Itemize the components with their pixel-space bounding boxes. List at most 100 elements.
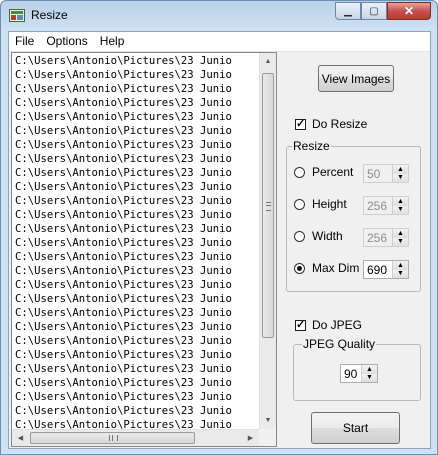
radio-max-dim[interactable]: Max Dim <box>294 261 359 275</box>
height-spin-buttons[interactable]: ▲ ▼ <box>392 197 408 214</box>
start-label: Start <box>342 421 369 435</box>
jpeg-quality-group-label: JPEG Quality <box>302 337 377 351</box>
width-value: 256 <box>367 231 388 245</box>
list-item[interactable]: C:\Users\Antonio\Pictures\23 Junio <box>15 180 257 194</box>
spin-down-icon[interactable]: ▼ <box>393 205 408 214</box>
do-jpeg-label: Do JPEG <box>312 318 363 332</box>
radio-width[interactable]: Width <box>294 229 343 243</box>
file-list[interactable]: C:\Users\Antonio\Pictures\23 Junio C:\Use… <box>11 52 277 447</box>
grip-icon <box>266 202 271 211</box>
menu-options-label: Options <box>46 34 88 48</box>
radio-width-label: Width <box>312 229 343 243</box>
radio-height-label: Height <box>312 197 347 211</box>
radio-percent-icon <box>294 166 305 178</box>
max-dim-stepper[interactable]: 690 ▲ ▼ <box>363 260 409 279</box>
do-resize-checkbox[interactable]: Do Resize <box>295 117 367 131</box>
spin-down-icon[interactable]: ▼ <box>362 373 377 382</box>
height-stepper[interactable]: 256 ▲ ▼ <box>363 196 409 215</box>
list-item[interactable]: C:\Users\Antonio\Pictures\23 Junio <box>15 138 257 152</box>
client-area: File Options Help C:\Users\Antonio\Pictu… <box>8 31 431 449</box>
spin-up-icon[interactable]: ▲ <box>393 165 408 174</box>
scroll-right-arrow-icon[interactable]: ▶ <box>242 430 259 446</box>
maximize-button[interactable]: ▢ <box>361 2 387 20</box>
view-images-button[interactable]: View Images <box>318 65 394 92</box>
horizontal-scrollbar[interactable]: ◀ ▶ <box>12 429 259 446</box>
list-item[interactable]: C:\Users\Antonio\Pictures\23 Junio <box>15 348 257 362</box>
radio-percent-label: Percent <box>312 165 354 179</box>
minimize-button[interactable]: ▁ <box>335 2 361 20</box>
list-item[interactable]: C:\Users\Antonio\Pictures\23 Junio <box>15 320 257 334</box>
resize-group-label: Resize <box>292 139 331 153</box>
vertical-scrollbar[interactable]: ▲ ▼ <box>259 53 276 429</box>
file-list-lines: C:\Users\Antonio\Pictures\23 Junio C:\Use… <box>15 54 257 432</box>
close-button[interactable]: ✕ <box>387 2 431 20</box>
caption-buttons: ▁ ▢ ✕ <box>335 2 431 21</box>
do-jpeg-check-icon <box>295 318 306 331</box>
resize-window: Resize ▁ ▢ ✕ File Options Help C:\Users\… <box>0 0 438 455</box>
list-item[interactable]: C:\Users\Antonio\Pictures\23 Junio <box>15 250 257 264</box>
jpeg-quality-group: JPEG Quality 90 ▲ ▼ <box>293 337 421 401</box>
list-item[interactable]: C:\Users\Antonio\Pictures\23 Junio <box>15 236 257 250</box>
start-button[interactable]: Start <box>311 412 400 444</box>
list-item[interactable]: C:\Users\Antonio\Pictures\23 Junio <box>15 278 257 292</box>
spin-down-icon[interactable]: ▼ <box>393 173 408 182</box>
menu-file[interactable]: File <box>9 32 40 51</box>
maximize-icon: ▢ <box>369 5 379 17</box>
scroll-up-arrow-icon[interactable]: ▲ <box>260 53 276 70</box>
spin-down-icon[interactable]: ▼ <box>393 269 408 278</box>
scroll-down-arrow-icon[interactable]: ▼ <box>260 412 276 429</box>
spin-up-icon[interactable]: ▲ <box>393 197 408 206</box>
list-item[interactable]: C:\Users\Antonio\Pictures\23 Junio <box>15 390 257 404</box>
minimize-icon: ▁ <box>344 5 352 17</box>
list-item[interactable]: C:\Users\Antonio\Pictures\23 Junio <box>15 194 257 208</box>
list-item[interactable]: C:\Users\Antonio\Pictures\23 Junio <box>15 292 257 306</box>
list-item[interactable]: C:\Users\Antonio\Pictures\23 Junio <box>15 96 257 110</box>
list-item[interactable]: C:\Users\Antonio\Pictures\23 Junio <box>15 110 257 124</box>
horizontal-scroll-thumb[interactable] <box>30 432 195 444</box>
app-icon <box>9 9 25 22</box>
jpeg-quality-value: 90 <box>344 367 358 381</box>
radio-height[interactable]: Height <box>294 197 347 211</box>
max-dim-spin-buttons[interactable]: ▲ ▼ <box>392 261 408 278</box>
scroll-corner <box>259 429 276 446</box>
radio-height-icon <box>294 198 305 210</box>
spin-up-icon[interactable]: ▲ <box>393 229 408 238</box>
list-item[interactable]: C:\Users\Antonio\Pictures\23 Junio <box>15 222 257 236</box>
spin-up-icon[interactable]: ▲ <box>362 365 377 374</box>
grip-icon <box>109 435 118 441</box>
do-jpeg-checkbox[interactable]: Do JPEG <box>295 318 362 332</box>
percent-spin-buttons[interactable]: ▲ ▼ <box>392 165 408 182</box>
jpeg-quality-spin-buttons[interactable]: ▲ ▼ <box>361 365 377 382</box>
width-spin-buttons[interactable]: ▲ ▼ <box>392 229 408 246</box>
menu-options[interactable]: Options <box>40 32 93 51</box>
spin-down-icon[interactable]: ▼ <box>393 237 408 246</box>
list-item[interactable]: C:\Users\Antonio\Pictures\23 Junio <box>15 152 257 166</box>
menu-help[interactable]: Help <box>94 32 131 51</box>
scroll-left-arrow-icon[interactable]: ◀ <box>12 430 29 446</box>
list-item[interactable]: C:\Users\Antonio\Pictures\23 Junio <box>15 376 257 390</box>
list-item[interactable]: C:\Users\Antonio\Pictures\23 Junio <box>15 124 257 138</box>
percent-value: 50 <box>367 167 381 181</box>
radio-max-dim-icon <box>294 262 305 274</box>
list-item[interactable]: C:\Users\Antonio\Pictures\23 Junio <box>15 54 257 68</box>
list-item[interactable]: C:\Users\Antonio\Pictures\23 Junio <box>15 208 257 222</box>
list-item[interactable]: C:\Users\Antonio\Pictures\23 Junio <box>15 404 257 418</box>
title-bar[interactable]: Resize ▁ ▢ ✕ <box>1 1 437 31</box>
percent-stepper[interactable]: 50 ▲ ▼ <box>363 164 409 183</box>
list-item[interactable]: C:\Users\Antonio\Pictures\23 Junio <box>15 82 257 96</box>
menu-help-label: Help <box>99 34 125 48</box>
width-stepper[interactable]: 256 ▲ ▼ <box>363 228 409 247</box>
menu-bar: File Options Help <box>9 32 430 52</box>
vertical-scroll-thumb[interactable] <box>262 73 274 338</box>
spin-up-icon[interactable]: ▲ <box>393 261 408 270</box>
list-item[interactable]: C:\Users\Antonio\Pictures\23 Junio <box>15 362 257 376</box>
list-item[interactable]: C:\Users\Antonio\Pictures\23 Junio <box>15 334 257 348</box>
radio-max-dim-label: Max Dim <box>312 261 360 275</box>
radio-percent[interactable]: Percent <box>294 165 353 179</box>
jpeg-quality-stepper[interactable]: 90 ▲ ▼ <box>340 364 378 383</box>
view-images-label: View Images <box>321 71 391 86</box>
list-item[interactable]: C:\Users\Antonio\Pictures\23 Junio <box>15 68 257 82</box>
list-item[interactable]: C:\Users\Antonio\Pictures\23 Junio <box>15 264 257 278</box>
list-item[interactable]: C:\Users\Antonio\Pictures\23 Junio <box>15 306 257 320</box>
list-item[interactable]: C:\Users\Antonio\Pictures\23 Junio <box>15 166 257 180</box>
